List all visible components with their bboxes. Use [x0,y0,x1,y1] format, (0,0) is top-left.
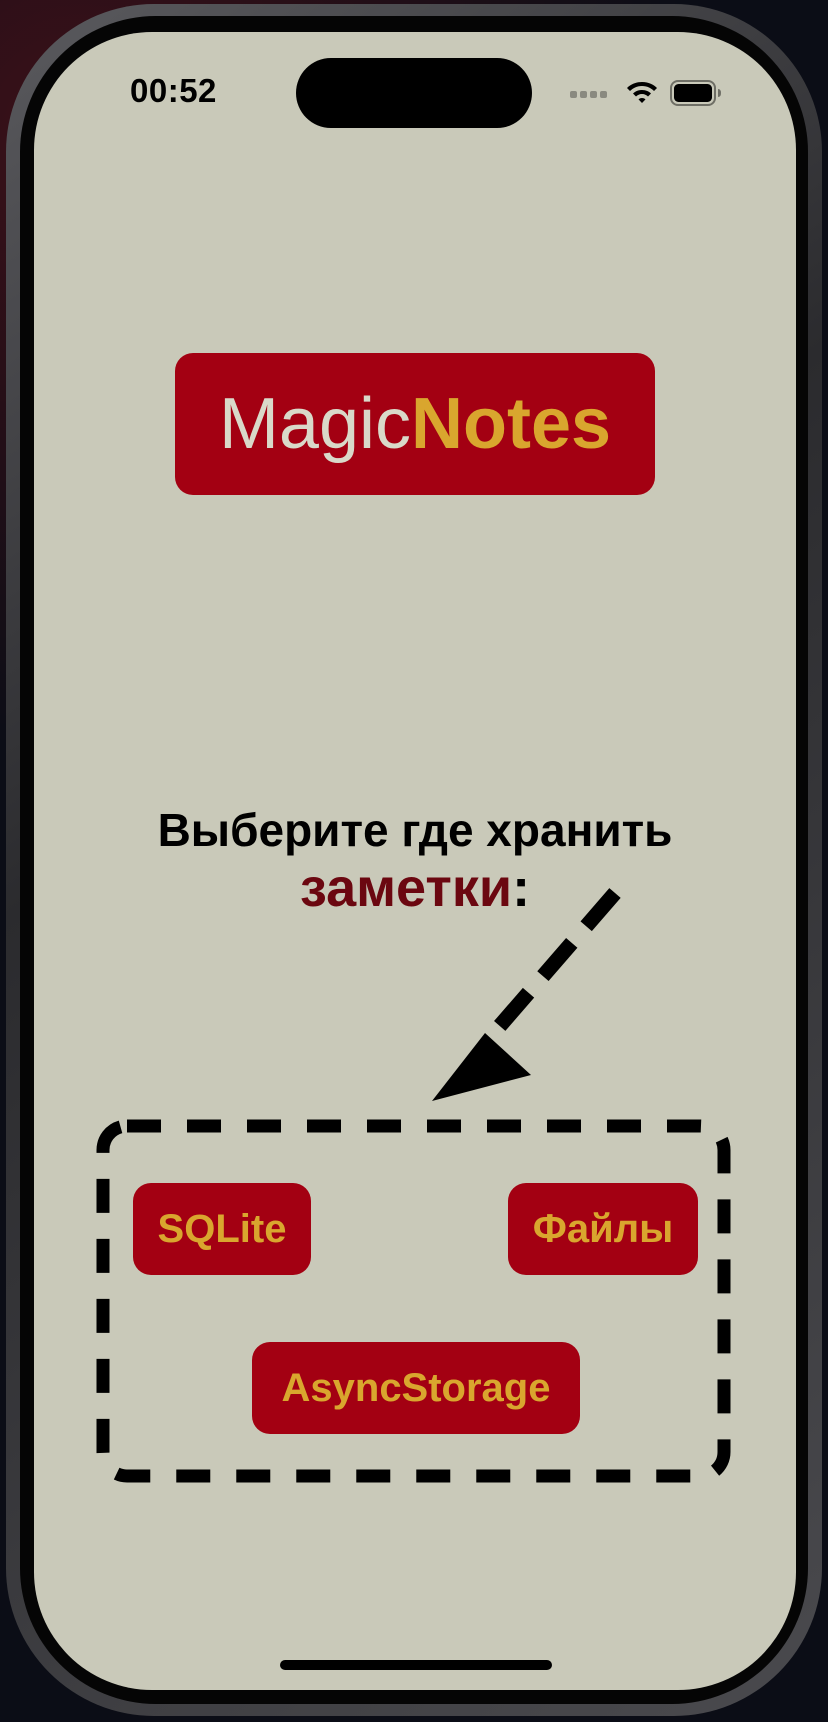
app-screen: 00:52 MagicNotes Выберите где хранить за… [34,32,796,1690]
home-indicator[interactable] [280,1660,552,1670]
storage-prompt: Выберите где хранить заметки: [74,802,756,918]
wifi-icon [627,82,657,103]
dashed-arrow-icon [432,888,621,1101]
prompt-line2: заметки: [74,858,756,918]
sqlite-button-label: SQLite [157,1206,287,1251]
async-storage-button-label: AsyncStorage [281,1365,551,1410]
sqlite-button[interactable]: SQLite [133,1183,311,1275]
prompt-line1: Выберите где хранить [157,804,673,856]
logo-text-magic: Magic [218,384,411,464]
logo-text-notes: Notes [411,384,612,464]
battery-icon [670,80,721,106]
prompt-accent-word: заметки [299,858,513,918]
cellular-signal-icon [570,88,610,98]
files-button[interactable]: Файлы [508,1183,698,1275]
files-button-label: Файлы [532,1206,674,1251]
status-icons [570,76,730,110]
logo-text: MagicNotes [219,388,611,460]
async-storage-button[interactable]: AsyncStorage [252,1342,580,1434]
app-logo: MagicNotes [175,353,655,495]
status-time: 00:52 [130,72,217,109]
prompt-colon: : [512,858,531,918]
dynamic-island [296,58,532,128]
